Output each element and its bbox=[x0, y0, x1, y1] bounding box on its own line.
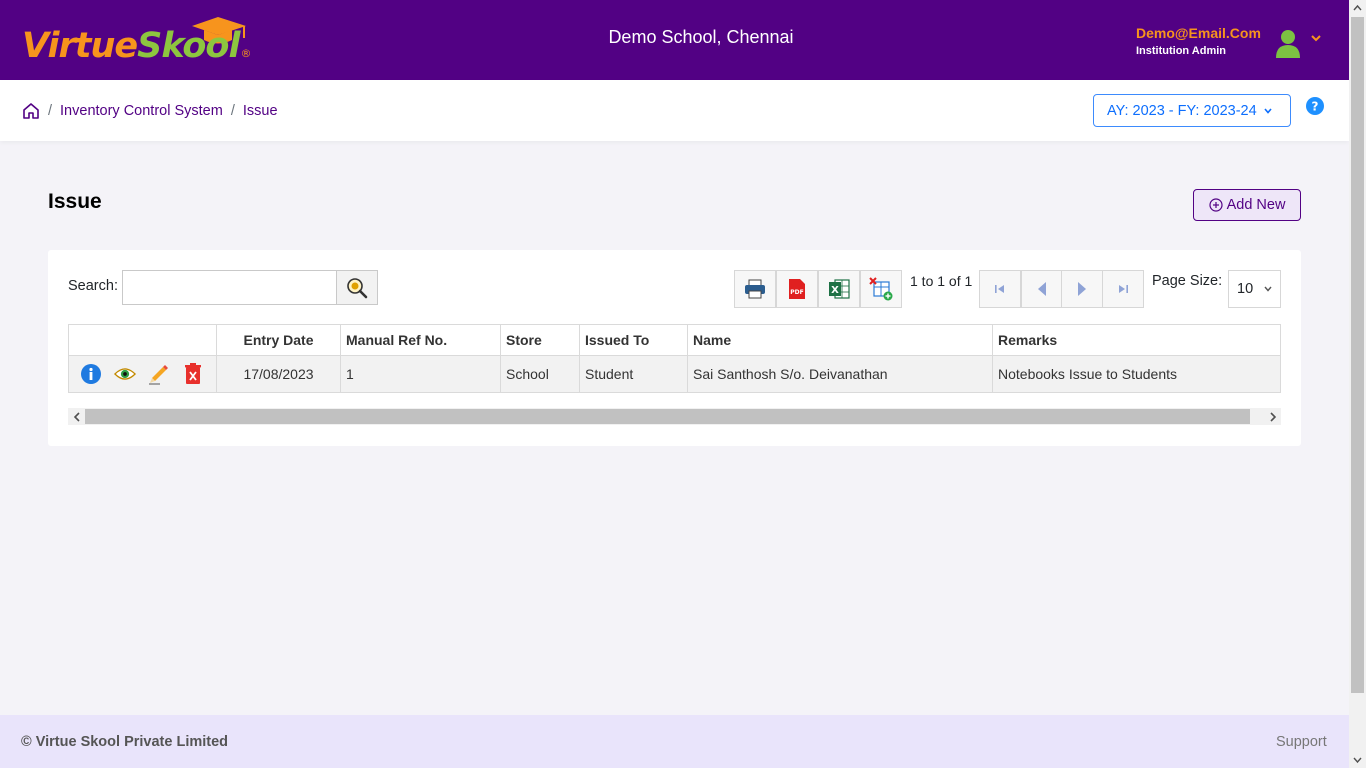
add-new-button[interactable]: Add New bbox=[1193, 189, 1301, 221]
vertical-scrollbar-thumb[interactable] bbox=[1351, 17, 1364, 693]
page-size-value: 10 bbox=[1237, 281, 1254, 297]
page-size-label: Page Size: bbox=[1152, 273, 1223, 289]
next-page-icon bbox=[1078, 282, 1086, 296]
last-page-button[interactable] bbox=[1102, 270, 1144, 308]
scroll-right-arrow-icon[interactable] bbox=[1264, 408, 1281, 425]
svg-text:X: X bbox=[831, 285, 839, 296]
horizontal-scrollbar[interactable] bbox=[68, 408, 1281, 425]
column-header-remarks[interactable]: Remarks bbox=[992, 324, 1281, 356]
page-size-select[interactable]: 10 bbox=[1228, 270, 1281, 308]
top-header: VirtueSkool® Demo School, Chennai Demo@E… bbox=[0, 0, 1349, 80]
search-button[interactable] bbox=[336, 270, 378, 305]
page-title: Issue bbox=[48, 190, 102, 213]
vertical-scrollbar[interactable] bbox=[1349, 0, 1366, 768]
cell-manual-ref-no: 1 bbox=[340, 355, 501, 393]
table-header-row: Entry Date Manual Ref No. Store Issued T… bbox=[68, 324, 1281, 356]
delete-icon[interactable] bbox=[182, 363, 204, 385]
search-label: Search: bbox=[68, 278, 118, 294]
school-name: Demo School, Chennai bbox=[608, 27, 794, 47]
row-actions-cell bbox=[68, 355, 217, 393]
column-chooser-button[interactable] bbox=[860, 270, 902, 308]
virtueskool-logo[interactable]: VirtueSkool® bbox=[22, 16, 272, 68]
search-input[interactable] bbox=[122, 270, 337, 305]
svg-text:PDF: PDF bbox=[790, 289, 803, 296]
logo-part-skool: Skool bbox=[137, 26, 240, 66]
issue-grid-card: Search: PDF X 1 to 1 of 1 Page Size: 10 … bbox=[48, 250, 1301, 446]
edit-pencil-icon[interactable] bbox=[148, 363, 170, 385]
help-icon[interactable]: ? bbox=[1305, 96, 1325, 116]
column-header-manual-ref-no[interactable]: Manual Ref No. bbox=[340, 324, 501, 356]
breadcrumb-bar: / Inventory Control System / Issue AY: 2… bbox=[0, 80, 1349, 141]
column-header-entry-date[interactable]: Entry Date bbox=[216, 324, 341, 356]
scroll-left-arrow-icon[interactable] bbox=[68, 408, 85, 425]
column-header-name[interactable]: Name bbox=[687, 324, 993, 356]
column-header-store[interactable]: Store bbox=[500, 324, 580, 356]
export-pdf-button[interactable]: PDF bbox=[776, 270, 818, 308]
logo-registered-mark: ® bbox=[240, 47, 252, 60]
previous-page-button[interactable] bbox=[1021, 270, 1063, 308]
breadcrumb-inventory-control-system[interactable]: Inventory Control System bbox=[60, 103, 223, 119]
svg-text:?: ? bbox=[1312, 100, 1319, 114]
export-excel-button[interactable]: X bbox=[818, 270, 860, 308]
cell-issued-to: Student bbox=[579, 355, 688, 393]
column-header-actions bbox=[68, 324, 217, 356]
add-new-label: Add New bbox=[1226, 197, 1286, 213]
grid-columns-settings-icon bbox=[869, 277, 893, 301]
breadcrumb-issue[interactable]: Issue bbox=[243, 103, 278, 119]
column-header-issued-to[interactable]: Issued To bbox=[579, 324, 688, 356]
info-icon[interactable] bbox=[80, 363, 102, 385]
paging-summary: 1 to 1 of 1 bbox=[910, 273, 973, 289]
home-icon[interactable] bbox=[22, 102, 40, 120]
chevron-down-icon bbox=[1264, 107, 1272, 114]
copyright-text: © Virtue Skool Private Limited bbox=[21, 734, 229, 750]
scroll-down-arrow-icon[interactable] bbox=[1353, 756, 1362, 764]
chevron-down-icon bbox=[1264, 286, 1272, 292]
user-avatar-icon[interactable] bbox=[1274, 28, 1302, 58]
last-page-icon bbox=[1119, 285, 1128, 293]
scroll-up-arrow-icon[interactable] bbox=[1353, 4, 1362, 12]
plus-circle-icon bbox=[1208, 198, 1223, 212]
academic-year-select[interactable]: AY: 2023 - FY: 2023-24 bbox=[1093, 94, 1291, 127]
excel-file-icon: X bbox=[829, 279, 850, 299]
chevron-down-icon[interactable] bbox=[1309, 31, 1323, 45]
pdf-file-icon: PDF bbox=[789, 279, 805, 299]
previous-page-icon bbox=[1038, 282, 1046, 296]
user-email[interactable]: Demo@Email.Com bbox=[1136, 25, 1261, 41]
breadcrumb-separator: / bbox=[230, 103, 235, 119]
breadcrumb-separator: / bbox=[48, 103, 53, 119]
view-eye-icon[interactable] bbox=[114, 363, 136, 385]
issue-table: Entry Date Manual Ref No. Store Issued T… bbox=[68, 324, 1281, 393]
logo-part-virtue: Virtue bbox=[22, 26, 138, 66]
next-page-button[interactable] bbox=[1061, 270, 1103, 308]
user-role: Institution Admin bbox=[1136, 45, 1227, 57]
breadcrumb: / Inventory Control System / Issue bbox=[48, 103, 278, 119]
academic-year-value: AY: 2023 - FY: 2023-24 bbox=[1107, 102, 1257, 119]
table-row[interactable]: 17/08/2023 1 School Student Sai Santhosh… bbox=[68, 355, 1281, 393]
magnifier-search-icon bbox=[347, 277, 368, 298]
first-page-button[interactable] bbox=[979, 270, 1021, 308]
printer-icon bbox=[745, 279, 765, 299]
cell-store: School bbox=[500, 355, 580, 393]
horizontal-scrollbar-thumb[interactable] bbox=[85, 409, 1250, 424]
footer: © Virtue Skool Private Limited Support bbox=[0, 715, 1349, 768]
print-button[interactable] bbox=[734, 270, 776, 308]
cell-remarks: Notebooks Issue to Students bbox=[992, 355, 1281, 393]
first-page-icon bbox=[995, 285, 1004, 293]
cell-entry-date: 17/08/2023 bbox=[216, 355, 341, 393]
support-link[interactable]: Support bbox=[1276, 734, 1327, 750]
cell-name: Sai Santhosh S/o. Deivanathan bbox=[687, 355, 993, 393]
